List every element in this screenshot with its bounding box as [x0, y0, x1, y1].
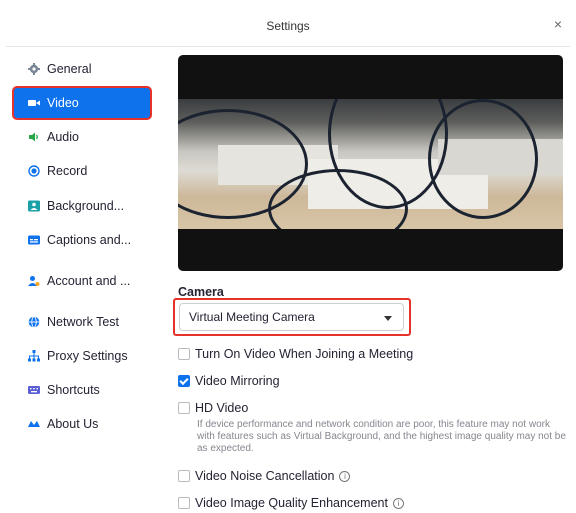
close-icon[interactable]: ×: [550, 16, 566, 32]
sidebar-item-account[interactable]: Account and ...: [14, 266, 150, 296]
video-mirroring-checkbox[interactable]: [178, 375, 190, 387]
info-icon[interactable]: i: [339, 470, 351, 482]
sidebar-item-label: Network Test: [47, 315, 120, 329]
sidebar-item-video[interactable]: Video: [14, 88, 150, 118]
option-hd-video[interactable]: HD Video: [178, 401, 248, 415]
sidebar-item-label: Captions and...: [47, 233, 132, 247]
hd-video-label: HD Video: [195, 401, 249, 415]
quality-enhancement-checkbox[interactable]: [178, 497, 190, 509]
hd-video-checkbox[interactable]: [178, 402, 190, 414]
camera-select[interactable]: Virtual Meeting Camera: [179, 303, 404, 331]
noise-cancellation-checkbox[interactable]: [178, 470, 190, 482]
speaker-icon: [28, 131, 40, 143]
sidebar-item-general[interactable]: General: [14, 54, 150, 84]
sidebar-item-label: Background...: [47, 199, 125, 213]
camera-section-label: Camera: [178, 285, 224, 299]
network-tree-icon: [28, 350, 40, 362]
sidebar-item-audio[interactable]: Audio: [14, 122, 150, 152]
hd-video-hint: If device performance and network condit…: [197, 419, 566, 454]
camera-preview-image: [178, 99, 563, 229]
sidebar-item-network-test[interactable]: Network Test: [14, 307, 150, 337]
sidebar-item-shortcuts[interactable]: Shortcuts: [14, 375, 150, 405]
zoom-logo-icon: [28, 418, 40, 430]
option-turn-on-video[interactable]: Turn On Video When Joining a Meeting: [178, 347, 413, 361]
sidebar-item-record[interactable]: Record: [14, 156, 150, 186]
info-icon[interactable]: i: [392, 497, 404, 509]
settings-sidebar: General Video Audio Record Background...…: [0, 47, 162, 513]
video-camera-icon: [28, 97, 40, 109]
quality-enhancement-label: Video Image Quality Enhancement: [195, 496, 388, 510]
camera-preview: [178, 55, 563, 271]
sidebar-item-proxy-settings[interactable]: Proxy Settings: [14, 341, 150, 371]
record-icon: [28, 165, 40, 177]
sidebar-item-label: Shortcuts: [47, 383, 100, 397]
option-video-mirroring[interactable]: Video Mirroring: [178, 374, 280, 388]
sidebar-item-label: Audio: [47, 130, 79, 144]
video-mirroring-label: Video Mirroring: [195, 374, 280, 388]
turn-on-video-label: Turn On Video When Joining a Meeting: [195, 347, 414, 361]
account-icon: [28, 275, 40, 287]
window-title: Settings: [266, 19, 310, 33]
title-bar: Settings ×: [0, 0, 576, 46]
sidebar-item-background[interactable]: Background...: [14, 191, 150, 221]
sidebar-item-captions[interactable]: Captions and...: [14, 225, 150, 255]
noise-cancellation-label: Video Noise Cancellation: [195, 469, 335, 483]
sidebar-item-label: Proxy Settings: [47, 349, 128, 363]
gear-icon: [28, 63, 40, 75]
camera-select-value: Virtual Meeting Camera: [189, 310, 315, 324]
sidebar-item-about-us[interactable]: About Us: [14, 409, 150, 439]
sidebar-item-label: General: [47, 62, 92, 76]
keyboard-icon: [28, 384, 40, 396]
video-settings-panel: Camera Virtual Meeting Camera Turn On Vi…: [162, 47, 576, 513]
background-icon: [28, 200, 40, 212]
globe-icon: [28, 316, 40, 328]
turn-on-video-checkbox[interactable]: [178, 348, 190, 360]
sidebar-item-label: About Us: [47, 417, 99, 431]
option-video-noise-cancellation[interactable]: Video Noise Cancellation i: [178, 469, 351, 483]
sidebar-item-label: Account and ...: [47, 274, 131, 288]
chevron-down-icon: [384, 316, 392, 321]
captions-icon: [28, 234, 40, 246]
option-video-quality-enhancement[interactable]: Video Image Quality Enhancement i: [178, 496, 404, 510]
sidebar-item-label: Record: [47, 164, 88, 178]
sidebar-item-label: Video: [47, 96, 79, 110]
